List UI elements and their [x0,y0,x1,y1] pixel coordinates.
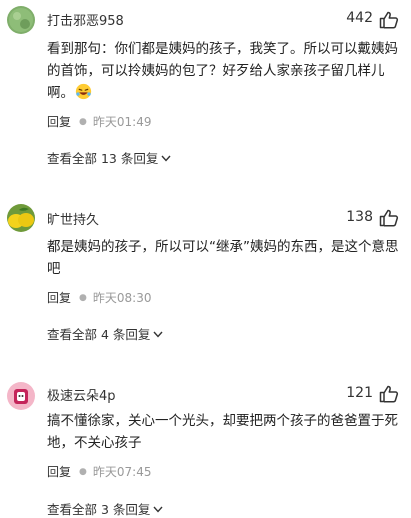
thumbs-up-icon[interactable] [379,209,399,227]
view-all-replies-label: 查看全部 13 条回复 [47,151,159,166]
comment-time: 昨天08:30 [92,291,152,305]
like-count: 138 [346,209,373,225]
comment-text: 搞不懂徐家，关心一个光头，却要把两个孩子的爸爸置于死地，不关心孩子 [47,413,398,451]
thumbs-up-icon[interactable] [379,11,399,29]
green-fruit-avatar-icon [7,6,35,34]
comment-time: 昨天07:45 [92,465,152,479]
user-avatar[interactable] [7,6,35,34]
comment-time: 昨天01:49 [92,115,152,129]
pink-cartoon-avatar-icon [7,382,35,410]
username[interactable]: 打击邪恶958 [47,10,124,29]
user-avatar[interactable] [7,382,35,410]
user-avatar[interactable] [7,204,35,232]
reply-button[interactable]: 回复 [47,115,71,129]
comment-meta: 回复 ● 昨天01:49 [47,113,151,130]
view-all-replies-label: 查看全部 3 条回复 [47,502,151,517]
thumbs-up-icon[interactable] [379,385,399,403]
chevron-down-icon [161,155,171,162]
like-count: 121 [346,385,373,401]
separator-dot: ● [79,117,87,127]
username[interactable]: 极速云朵4p [47,385,116,404]
reply-button[interactable]: 回复 [47,291,71,305]
separator-dot: ● [79,293,87,303]
separator-dot: ● [79,467,87,477]
comment-meta: 回复 ● 昨天08:30 [47,289,151,306]
view-all-replies-link[interactable]: 查看全部 4 条回复 [47,324,163,343]
username[interactable]: 旷世持久 [47,209,99,228]
comment-meta: 回复 ● 昨天07:45 [47,463,151,480]
like-count: 442 [346,10,373,26]
comment-text: 都是姨妈的孩子，所以可以“继承”姨妈的东西，是这个意思吧 [47,239,399,277]
reply-button[interactable]: 回复 [47,465,71,479]
comment-item: 打击邪恶958 442 看到那句：你们都是姨妈的孩子，我笑了。所以可以戴姨妈的首… [0,0,411,175]
comment-body: 看到那句：你们都是姨妈的孩子，我笑了。所以可以戴姨妈的首饰，可以拎姨妈的包了？好… [47,41,398,101]
chevron-down-icon [153,331,163,338]
laughing-emoji-icon [75,83,92,100]
comment-item: 旷世持久 138 都是姨妈的孩子，所以可以“继承”姨妈的东西，是这个意思吧 回复… [0,175,411,375]
view-all-replies-link[interactable]: 查看全部 13 条回复 [47,148,171,167]
comment-text: 看到那句：你们都是姨妈的孩子，我笑了。所以可以戴姨妈的首饰，可以拎姨妈的包了？好… [47,38,399,104]
comment-item: 极速云朵4p 121 搞不懂徐家，关心一个光头，却要把两个孩子的爸爸置于死地，不… [0,375,411,517]
lemon-avatar-icon [7,204,35,232]
view-all-replies-label: 查看全部 4 条回复 [47,327,151,342]
view-all-replies-link[interactable]: 查看全部 3 条回复 [47,499,163,518]
